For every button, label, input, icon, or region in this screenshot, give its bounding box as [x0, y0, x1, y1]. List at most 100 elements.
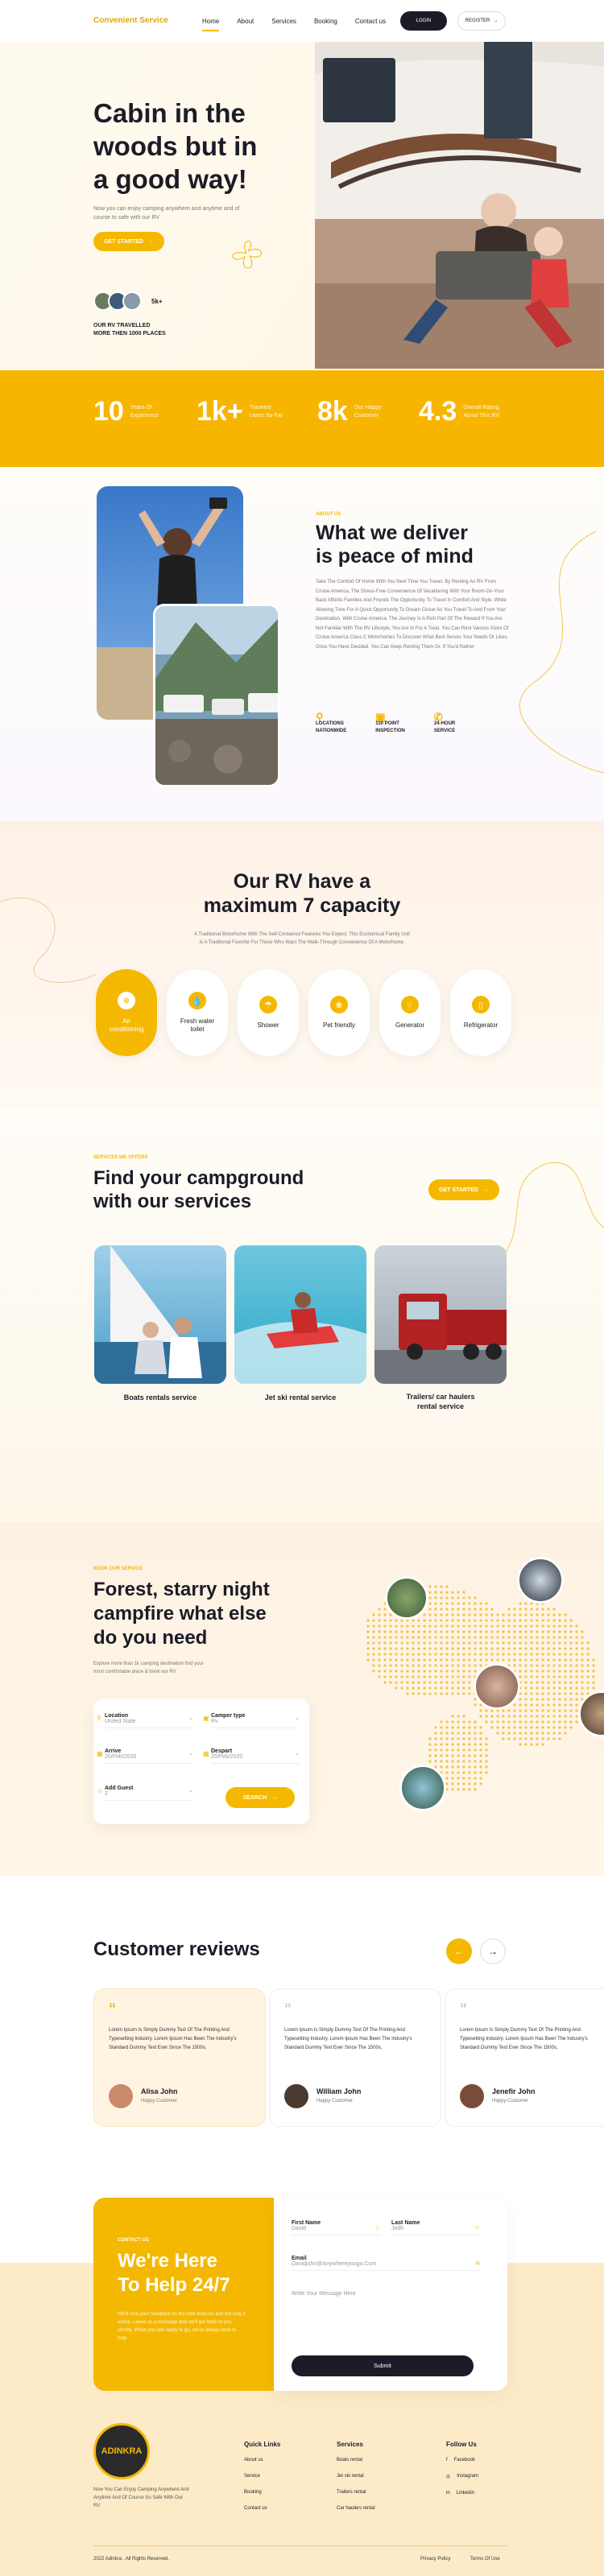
amenity-label: Pet friendly — [322, 1022, 356, 1029]
stat-item: 8k Our Happy Customer — [317, 396, 382, 427]
first-name-field[interactable]: First Name David ☺ — [292, 2220, 380, 2235]
amenity-label: Generator — [395, 1022, 425, 1029]
rv-family-illustration — [315, 42, 604, 369]
stat-number: 8k — [317, 396, 348, 427]
service-card-title[interactable]: Jet ski rental service — [234, 1393, 366, 1402]
booking-section: BOOK OUR SERVICE Forest, starry night ca… — [0, 1521, 604, 1876]
footer-social-facebook[interactable]: f Facebook — [446, 2458, 478, 2462]
stat-number: 10 — [93, 396, 124, 427]
shower-icon: ☂ — [259, 996, 277, 1013]
guest-field[interactable]: Add Guest 2 ☺ ⌄ — [97, 1785, 193, 1801]
footer-social-linkedin[interactable]: in Linkedin — [446, 2491, 478, 2496]
main-nav: Home About Services Booking Contact us — [202, 18, 386, 31]
quote-icon: “ — [109, 2000, 116, 2017]
contact-section: CONTACT US We're Here To Help 24/7 We'd … — [0, 2198, 604, 2415]
message-field[interactable]: Write Your Message Here — [292, 2291, 480, 2339]
chevron-down-icon: ⌄ — [188, 1788, 193, 1794]
reviewer-name: William John — [316, 2087, 362, 2095]
feature-line: 110 POINT — [375, 721, 399, 726]
email-field[interactable]: Email Davidjohn@Anywhereyougo.Com ✉ — [292, 2256, 480, 2271]
footer-tagline: Now You Can Enjoy Camping Anywhere And A… — [93, 2487, 189, 2508]
get-started-button[interactable]: GET STARTED → — [93, 232, 164, 251]
footer-link[interactable]: Boats rental — [337, 2458, 375, 2462]
jet-ski-image[interactable] — [234, 1245, 366, 1384]
avatar — [122, 291, 142, 311]
amenity-label-line: toilet — [190, 1026, 205, 1033]
nav-about[interactable]: About — [237, 18, 254, 31]
about-title-line: What we deliver — [316, 522, 468, 544]
last-name-field[interactable]: Last Name Jedh ☺ — [391, 2220, 480, 2235]
location-field[interactable]: Location United State ⚲ ⌄ — [97, 1713, 193, 1728]
login-button[interactable]: LOGIN — [400, 11, 447, 31]
footer-link[interactable]: Booking — [244, 2490, 280, 2495]
amenity-label: Shower — [257, 1022, 279, 1029]
services-eyebrow: SERVICES WE OFFERS — [93, 1155, 148, 1160]
footer-link[interactable]: Car haulers rental — [337, 2506, 375, 2511]
service-card-title[interactable]: Trailers/ car haulers rental service — [374, 1392, 507, 1411]
footer-link[interactable]: Service — [244, 2474, 280, 2479]
depart-field[interactable]: Despart 20/Feb/2020 ▦ ⌄ — [203, 1748, 300, 1764]
capacity-subtitle-line: Is A Traditional Favorite For Those Who … — [199, 940, 405, 945]
amenity-generator[interactable]: ⚡ Generator — [379, 969, 441, 1056]
review-text: Lorem Ipsum Is Simply Dummy Text Of The … — [460, 2028, 588, 2050]
arrive-field[interactable]: Arrive 20/Feb/2020 ▦ ⌄ — [97, 1748, 193, 1764]
logo[interactable]: Convenient Service — [93, 16, 168, 25]
footer-link[interactable]: Trailers rental — [337, 2490, 375, 2495]
reviewer-name: Alisa John — [141, 2087, 178, 2095]
feature-line: SERVICE — [433, 729, 456, 733]
map-photo-pin[interactable] — [399, 1765, 446, 1811]
search-button[interactable]: SEARCH → — [225, 1787, 295, 1808]
terms-link[interactable]: Terms Of Use — [470, 2557, 500, 2562]
footer-link[interactable]: Contact us — [244, 2506, 280, 2511]
footer-social-instagram[interactable]: ◎ Instagram — [446, 2474, 478, 2479]
amenity-refrigerator[interactable]: ▯ Refrigerator — [450, 969, 511, 1056]
capacity-subtitle: A Traditional Motorhome With The Self-Co… — [0, 931, 604, 947]
submit-button[interactable]: Submit — [292, 2355, 474, 2376]
services-section: SERVICES WE OFFERS Find your campground … — [0, 1107, 604, 1521]
reviews-title: Customer reviews — [93, 1938, 260, 1960]
footer-link[interactable]: Jet ski rental — [337, 2474, 375, 2479]
field-value: United State — [105, 1719, 136, 1724]
service-card-title[interactable]: Boats rentals service — [94, 1393, 226, 1402]
reviewer-role: Happy Customer — [141, 2099, 178, 2103]
camper-icon: ▣ — [203, 1715, 209, 1722]
services-get-started-button[interactable]: GET STARTED → — [428, 1179, 499, 1200]
truck-image[interactable] — [374, 1245, 507, 1384]
footer-link-label: Facebook — [453, 2458, 476, 2462]
map-photo-pin[interactable] — [474, 1663, 520, 1710]
contact-title-line: To Help 24/7 — [118, 2274, 230, 2296]
arrow-right-icon: → — [271, 1794, 278, 1801]
privacy-link[interactable]: Privacy Policy — [420, 2557, 450, 2562]
nav-services[interactable]: Services — [271, 18, 296, 31]
nav-contact[interactable]: Contact us — [355, 18, 386, 31]
nav-home[interactable]: Home — [202, 18, 220, 31]
prev-review-button[interactable]: ← — [446, 1938, 472, 1964]
field-label: Camper type — [211, 1713, 246, 1719]
feature-locations: ⚲ LOCATIONS NATIONWIDE — [316, 711, 346, 735]
about-section: ABOUT US What we deliver is peace of min… — [0, 467, 604, 821]
nav-booking[interactable]: Booking — [314, 18, 337, 31]
field-label: First Name — [292, 2220, 321, 2226]
amenities-list: ❄ Air conditioning 💧 Fresh water toilet ☂ … — [96, 969, 511, 1056]
location-pin-icon: ⚲ — [316, 711, 324, 723]
capacity-title-line: Our RV have a — [233, 870, 371, 893]
stats-bar: 10 Years Of Experience 1k+ Traveled Users … — [0, 370, 604, 467]
footer-link[interactable]: About us — [244, 2458, 280, 2462]
map-photo-pin[interactable] — [385, 1576, 428, 1620]
amenity-label: Fresh water toilet — [180, 1018, 214, 1034]
boat-image[interactable] — [94, 1245, 226, 1384]
clipboard-icon: ▣ — [375, 711, 386, 723]
amenity-fresh-water[interactable]: 💧 Fresh water toilet — [167, 969, 228, 1056]
camper-type-field[interactable]: Camper type Rv ▣ ⌄ — [203, 1713, 300, 1728]
reviews-section: Customer reviews ← → “ Lorem Ipsum Is Si… — [0, 1876, 604, 2198]
arrow-right-icon: → — [493, 19, 499, 23]
footer-logo[interactable]: ADINKRA — [93, 2423, 150, 2479]
avatar — [284, 2084, 308, 2108]
amenity-pet-friendly[interactable]: ❀ Pet friendly — [308, 969, 370, 1056]
next-review-button[interactable]: → — [480, 1938, 506, 1964]
register-button[interactable]: REGISTER → — [457, 11, 506, 31]
register-label: REGISTER — [465, 19, 490, 23]
amenity-air-conditioning[interactable]: ❄ Air conditioning — [96, 969, 157, 1056]
map-photo-pin[interactable] — [517, 1557, 564, 1604]
amenity-shower[interactable]: ☂ Shower — [238, 969, 299, 1056]
